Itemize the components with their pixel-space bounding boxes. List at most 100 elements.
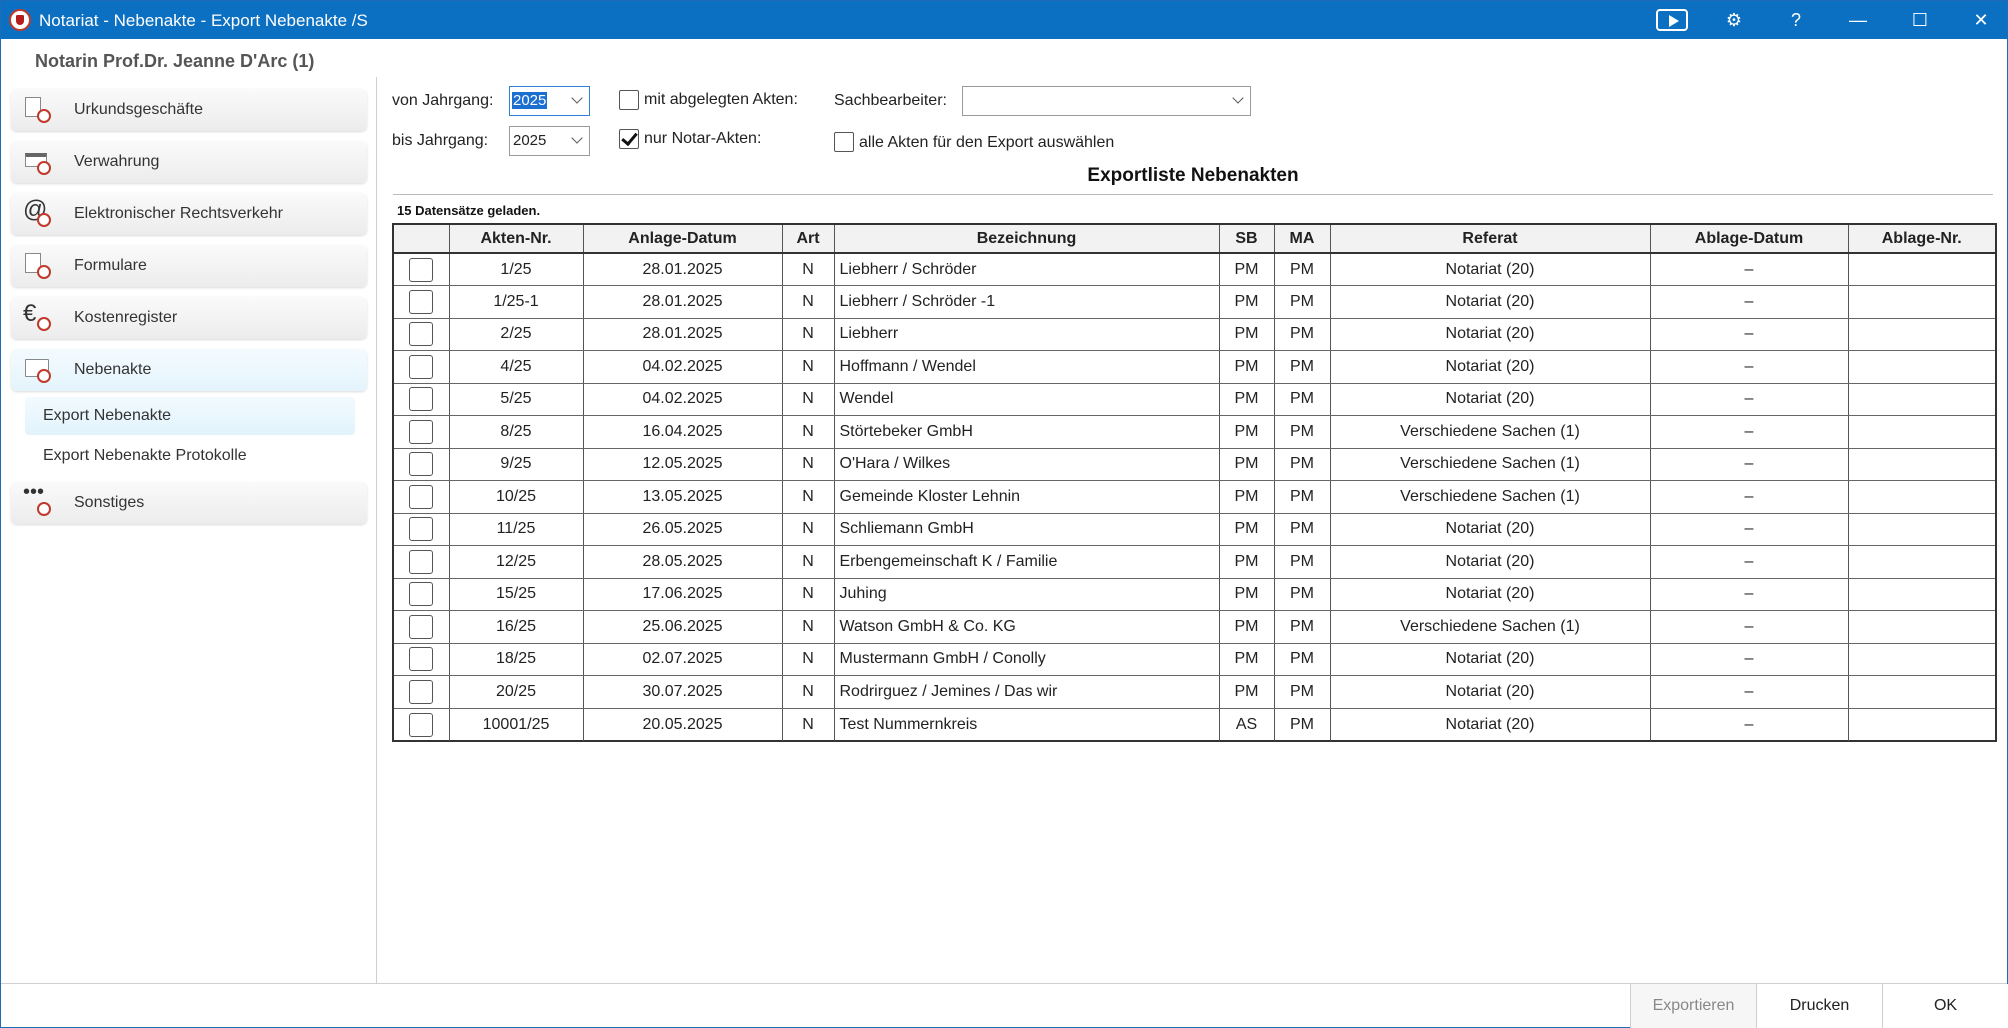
table-row[interactable]: 16/25 25.06.2025 N Watson GmbH & Co. KG PM PM… bbox=[394, 610, 1995, 644]
sidebar-item-elektronischer-rechtsverkehr[interactable]: @ Elektronischer Rechtsverkehr bbox=[11, 193, 367, 235]
print-button[interactable]: Drucken bbox=[1756, 984, 1882, 1028]
column-header[interactable]: Referat bbox=[1330, 225, 1651, 254]
table-cell: 12/25 bbox=[449, 545, 584, 579]
column-header[interactable]: Ablage-Datum bbox=[1650, 225, 1849, 254]
row-checkbox[interactable] bbox=[409, 289, 434, 314]
export-table: Akten-Nr. Anlage-Datum Art Bezeichnung SB MA R… bbox=[392, 223, 1997, 742]
row-checkbox[interactable] bbox=[409, 452, 434, 477]
alle-akten-label: alle Akten für den Export auswählen bbox=[859, 134, 1115, 151]
sachbearbeiter-select[interactable] bbox=[962, 86, 1251, 116]
table-cell: Verschiedene Sachen (1) bbox=[1330, 415, 1651, 449]
sidebar-item-verwahrung[interactable]: Verwahrung bbox=[11, 141, 367, 183]
export-button[interactable]: Exportieren bbox=[1630, 984, 1756, 1028]
row-checkbox[interactable] bbox=[409, 549, 434, 574]
column-header[interactable]: Art bbox=[782, 225, 835, 254]
table-cell bbox=[1848, 513, 1995, 546]
notar-akten-checkbox[interactable] bbox=[619, 129, 639, 149]
title-divider bbox=[393, 194, 1993, 195]
table-row[interactable]: 10/25 13.05.2025 N Gemeinde Kloster Lehnin P… bbox=[394, 480, 1995, 514]
ok-button[interactable]: OK bbox=[1882, 984, 2008, 1028]
sidebar-item-label: Urkundsgeschäfte bbox=[74, 101, 203, 118]
settings-icon[interactable]: ⚙ bbox=[1704, 1, 1764, 39]
table-cell: 10001/25 bbox=[449, 708, 584, 741]
table-cell: PM bbox=[1219, 285, 1275, 319]
sidebar-item-formulare[interactable]: Formulare bbox=[11, 245, 367, 287]
table-row[interactable]: 20/25 30.07.2025 N Rodrirguez / Jemines / D… bbox=[394, 675, 1995, 709]
row-checkbox[interactable] bbox=[409, 484, 434, 509]
column-header[interactable]: Anlage-Datum bbox=[583, 225, 783, 254]
row-checkbox[interactable] bbox=[409, 322, 434, 347]
table-cell: Notariat (20) bbox=[1330, 643, 1651, 676]
notar-akten-label: nur Notar-Akten: bbox=[644, 130, 762, 147]
table-row[interactable]: 8/25 16.04.2025 N Störtebeker GmbH PM PM Versc… bbox=[394, 415, 1995, 449]
table-row[interactable]: 2/25 28.01.2025 N Liebherr PM PM Notariat (20)… bbox=[394, 318, 1995, 351]
column-header[interactable]: MA bbox=[1274, 225, 1331, 254]
row-checkbox[interactable] bbox=[409, 419, 434, 444]
row-select-cell bbox=[394, 383, 450, 416]
table-cell: PM bbox=[1274, 383, 1331, 416]
table-cell: 28.01.2025 bbox=[583, 318, 783, 351]
table-cell bbox=[1848, 578, 1995, 611]
table-row[interactable]: 1/25 28.01.2025 N Liebherr / Schröder PM PM No… bbox=[394, 253, 1995, 286]
table-row[interactable]: 5/25 04.02.2025 N Wendel PM PM Notariat (20) – bbox=[394, 383, 1995, 416]
bis-jahrgang-select[interactable]: 2025 bbox=[509, 126, 590, 156]
abgelegte-akten-checkbox[interactable] bbox=[619, 90, 639, 110]
sidebar-subitem-label: Export Nebenakte Protokolle bbox=[43, 447, 247, 464]
table-row[interactable]: 18/25 02.07.2025 N Mustermann GmbH / Conoll… bbox=[394, 643, 1995, 676]
row-checkbox[interactable] bbox=[409, 647, 434, 672]
table-cell: Verschiedene Sachen (1) bbox=[1330, 480, 1651, 514]
row-checkbox[interactable] bbox=[409, 387, 434, 412]
von-jahrgang-select[interactable]: 2025 bbox=[509, 86, 590, 116]
bis-jahrgang-label: bis Jahrgang: bbox=[392, 132, 489, 149]
table-row[interactable]: 11/25 26.05.2025 N Schliemann GmbH PM PM Notar… bbox=[394, 513, 1995, 546]
maximize-icon[interactable]: ☐ bbox=[1890, 1, 1950, 39]
sidebar-subitem-export-nebenakte[interactable]: Export Nebenakte bbox=[25, 397, 355, 435]
table-cell: 17.06.2025 bbox=[583, 578, 783, 611]
row-select-cell bbox=[394, 708, 450, 741]
column-header[interactable]: Ablage-Nr. bbox=[1848, 225, 1995, 254]
help-icon[interactable]: ? bbox=[1766, 1, 1826, 39]
row-checkbox[interactable] bbox=[409, 354, 434, 379]
row-checkbox[interactable] bbox=[409, 582, 434, 607]
row-checkbox[interactable] bbox=[409, 257, 434, 282]
row-checkbox[interactable] bbox=[409, 614, 434, 639]
table-row[interactable]: 15/25 17.06.2025 N Juhing PM PM Notariat (20) – bbox=[394, 578, 1995, 611]
table-row[interactable]: 12/25 28.05.2025 N Erbengemeinschaft K / Fa… bbox=[394, 545, 1995, 579]
row-checkbox[interactable] bbox=[409, 712, 434, 737]
table-row[interactable]: 10001/25 20.05.2025 N Test Nummernkreis AS PM… bbox=[394, 708, 1995, 741]
table-cell: PM bbox=[1274, 480, 1331, 514]
sachbearbeiter-label: Sachbearbeiter: bbox=[834, 92, 947, 109]
table-cell: N bbox=[782, 350, 835, 384]
table-row[interactable]: 1/25-1 28.01.2025 N Liebherr / Schröder -1 P… bbox=[394, 285, 1995, 319]
table-cell: 5/25 bbox=[449, 383, 584, 416]
table-cell bbox=[1848, 415, 1995, 449]
sidebar-item-nebenakte[interactable]: Nebenakte bbox=[11, 349, 367, 391]
sidebar-item-urkundsgeschaefte[interactable]: Urkundsgeschäfte bbox=[11, 89, 367, 131]
table-cell: Juhing bbox=[834, 578, 1220, 611]
close-icon[interactable]: ✕ bbox=[1951, 1, 2008, 39]
column-header[interactable]: SB bbox=[1219, 225, 1275, 254]
abgelegte-akten-label: mit abgelegten Akten: bbox=[644, 91, 798, 108]
sidebar-item-kostenregister[interactable]: € Kostenregister bbox=[11, 297, 367, 339]
row-checkbox[interactable] bbox=[409, 679, 434, 704]
play-icon[interactable] bbox=[1656, 9, 1688, 31]
table-row[interactable]: 4/25 04.02.2025 N Hoffmann / Wendel PM PM Nota… bbox=[394, 350, 1995, 384]
table-cell: 16/25 bbox=[449, 610, 584, 644]
column-header[interactable]: Akten-Nr. bbox=[449, 225, 584, 254]
card-seal-icon bbox=[25, 149, 51, 175]
alle-akten-checkbox[interactable] bbox=[834, 132, 854, 152]
record-count: 15 Datensätze geladen. bbox=[397, 203, 541, 218]
table-cell: PM bbox=[1274, 610, 1331, 644]
table-cell: 4/25 bbox=[449, 350, 584, 384]
table-cell: Wendel bbox=[834, 383, 1220, 416]
table-cell: PM bbox=[1219, 480, 1275, 514]
sidebar-subitem-export-nebenakte-protokolle[interactable]: Export Nebenakte Protokolle bbox=[25, 437, 355, 475]
table-row[interactable]: 9/25 12.05.2025 N O'Hara / Wilkes PM PM Versch… bbox=[394, 448, 1995, 481]
row-checkbox[interactable] bbox=[409, 517, 434, 542]
column-header[interactable] bbox=[394, 225, 450, 254]
table-cell: Watson GmbH & Co. KG bbox=[834, 610, 1220, 644]
sidebar-item-sonstiges[interactable]: ••• Sonstiges bbox=[11, 482, 367, 524]
minimize-icon[interactable]: — bbox=[1828, 1, 1888, 39]
bis-jahrgang-value: 2025 bbox=[513, 132, 547, 149]
column-header[interactable]: Bezeichnung bbox=[834, 225, 1220, 254]
